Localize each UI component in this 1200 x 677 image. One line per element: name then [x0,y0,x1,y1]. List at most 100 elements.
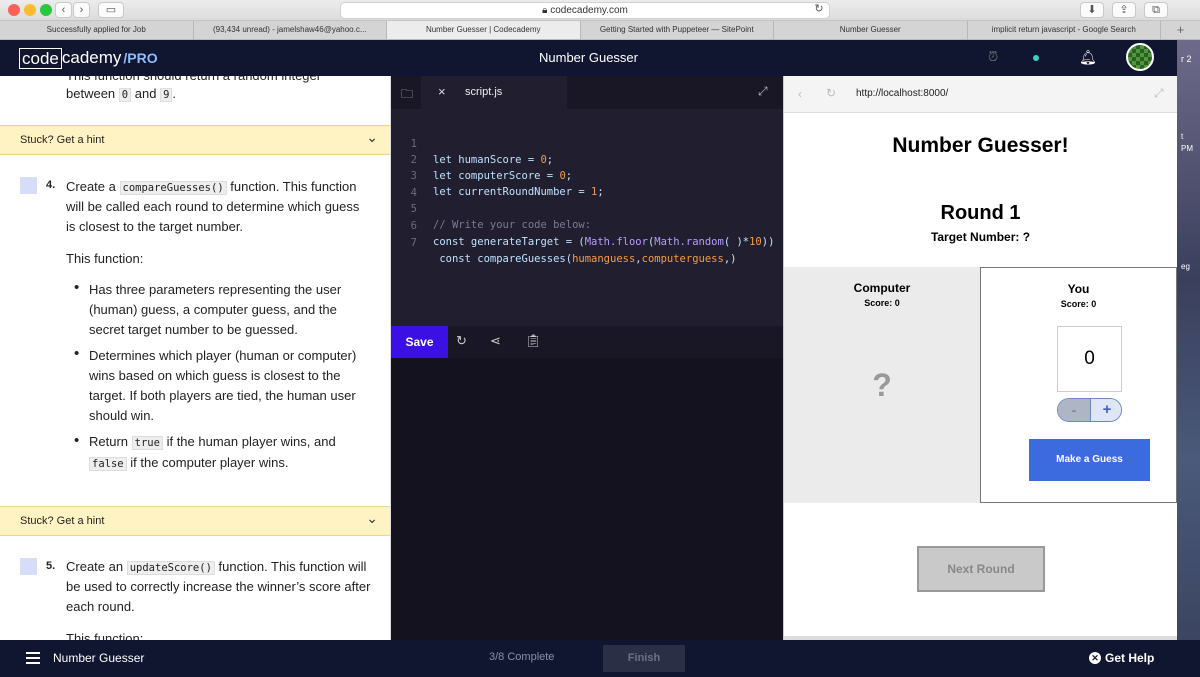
expand-icon[interactable]: ⤢ [1154,86,1164,101]
editor-tab-bar: 🗀︎ × script.js ⤢ [391,76,783,109]
clipboard-icon[interactable]: 📋︎ [525,333,542,349]
address-bar[interactable]: 🔒︎ codecademy.com [340,2,830,19]
instruction-text: each round. [66,599,135,614]
increment-button[interactable]: + [1090,399,1121,421]
instruction-text: be used to correctly increase the winner… [66,579,371,594]
lock-icon: 🔒︎ [542,5,548,16]
code-area[interactable]: 1 let humanScore = 0; 2 let computerScor… [391,120,783,325]
code-line: 1 let humanScore = 0; [410,138,554,166]
preview-url[interactable]: http://localhost:8000/ [856,88,948,99]
target-number: Target Number: ? [930,230,1031,244]
close-window-button[interactable] [8,4,20,16]
close-icon[interactable]: × [438,84,446,99]
computer-panel: Computer Score: 0 ? [784,267,980,503]
address-bar-url: codecademy.com [550,5,628,16]
task-number: 5. [46,560,56,572]
instruction-text: (human) guess, a computer guess, and the [89,302,337,317]
instruction-text: Create a compareGuesses() function. This… [66,179,357,195]
instruction-text: This function: [66,631,144,640]
zoom-window-button[interactable] [40,4,52,16]
game-title: Number Guesser! [892,134,1069,157]
round-title: Round 1 [940,202,1021,224]
code-line: 5 // Write your code below: [410,203,592,231]
decrement-button[interactable]: - [1058,399,1090,421]
instruction-text: Create an updateScore() function. This f… [66,559,367,575]
progress-text: 3/8 Complete [489,651,555,663]
human-guess-input[interactable]: 0 [1057,326,1122,392]
preview-address-bar: ‹ ↻ http://localhost:8000/ ⤢ [784,76,1177,113]
browser-tab[interactable]: implicit return javascript - Google Sear… [968,21,1161,39]
file-tab-script[interactable]: × script.js [421,76,567,109]
browser-tab[interactable]: Number Guesser [774,21,968,39]
avatar[interactable] [1126,43,1154,71]
make-guess-button[interactable]: Make a Guess [1029,439,1150,481]
folder-icon[interactable]: 🗀︎ [401,85,413,106]
footer-bar: Number Guesser 3/8 Complete Finish ✕ Get… [0,640,1200,677]
file-tab-label: script.js [465,86,503,98]
page-title: Number Guesser [539,50,638,65]
instructions-panel[interactable]: This function should return a random int… [0,76,391,640]
editor-output-area [391,358,783,640]
status-dot-icon [1033,55,1039,61]
reload-icon[interactable]: ↻ [826,86,836,100]
instruction-text: will be called each round to determine w… [66,199,360,214]
share-icon[interactable]: ⇪ [1112,2,1136,18]
downloads-icon[interactable]: ⬇ [1080,2,1104,18]
next-round-button[interactable]: Next Round [917,546,1045,592]
save-button[interactable]: Save [391,326,448,358]
hint-toggle[interactable]: Stuck? Get a hint ⌄ [0,125,390,155]
code-line: 4 [410,187,417,199]
task-number: 4. [46,179,56,191]
browser-tab[interactable]: (93,434 unread) - jamelshaw46@yahoo.c... [194,21,387,39]
finish-button[interactable]: Finish [603,645,685,672]
browser-preview-panel: ‹ ↻ http://localhost:8000/ ⤢ Number Gues… [783,76,1177,640]
bullet-icon: • [74,279,80,296]
forward-button[interactable]: › [73,2,90,18]
chevron-left-icon[interactable]: ‹ [798,87,802,101]
back-button[interactable]: ‹ [55,2,72,18]
code-line: 7 const compareGuesses(humanguess,comput… [410,237,737,265]
instruction-text: Determines which player (human or comput… [89,348,357,363]
instruction-text: This function: [66,251,144,266]
expand-icon[interactable]: ⤢ [758,84,768,99]
codecademy-header: code cademy/PRO Number Guesser ⏰︎ 🔔︎ [0,40,1177,76]
instruction-text: Return true if the human player wins, an… [89,434,336,450]
refresh-icon[interactable]: ↻ [456,333,467,349]
code-line: 6 const generateTarget = (Math.floor(Mat… [410,220,775,248]
instruction-text: Has three parameters representing the us… [89,282,342,297]
help-icon: ✕ [1089,652,1101,664]
browser-tab-active[interactable]: Number Guesser | Codecademy [387,21,581,39]
task-checkbox[interactable] [20,558,37,575]
instruction-text: should win. [89,408,155,423]
tab-bar: Successfully applied for Job (93,434 unr… [0,21,1200,40]
hint-toggle[interactable]: Stuck? Get a hint ⌄ [0,506,390,536]
instruction-text: false if the computer player wins. [89,453,288,474]
get-help-button[interactable]: ✕ Get Help [1089,651,1154,665]
guess-stepper: - + [1057,398,1122,422]
task-checkbox[interactable] [20,177,37,194]
instruction-text: wins based on which guess is closest to … [89,368,341,383]
alarm-icon[interactable]: ⏰︎ [988,49,998,65]
human-name: You [1067,282,1090,296]
desktop-background: r 2 t PM eg [1177,40,1200,640]
code-line: 3 let currentRoundNumber = 1; [410,170,604,198]
tabs-overview-icon[interactable]: ⧉ [1144,2,1168,18]
instruction-text: between 0 and 9. [66,86,177,102]
editor-toolbar: Save ↻ ⋖ 📋︎ [391,326,783,358]
bell-icon[interactable]: 🔔︎ [1079,49,1097,66]
browser-tab[interactable]: Successfully applied for Job [0,21,194,39]
computer-score: Score: 0 [864,298,900,308]
instruction-text: is closest to the target number. [66,219,244,234]
sidebar-toggle-icon[interactable]: ▭ [98,2,124,18]
chevron-down-icon: ⌄ [366,129,378,145]
browser-tab[interactable]: Getting Started with Puppeteer — SitePoi… [581,21,774,39]
lesson-name: Number Guesser [53,651,145,665]
new-tab-button[interactable]: + [1161,21,1200,39]
human-panel: You Score: 0 0 - + Make a Guess [980,267,1177,503]
share-icon[interactable]: ⋖ [490,333,501,349]
reload-icon[interactable]: ↻ [812,3,826,17]
minimize-window-button[interactable] [24,4,36,16]
instruction-text: secret target number to be guessed. [89,322,298,337]
menu-icon[interactable] [26,652,40,664]
computer-guess: ? [872,367,892,403]
